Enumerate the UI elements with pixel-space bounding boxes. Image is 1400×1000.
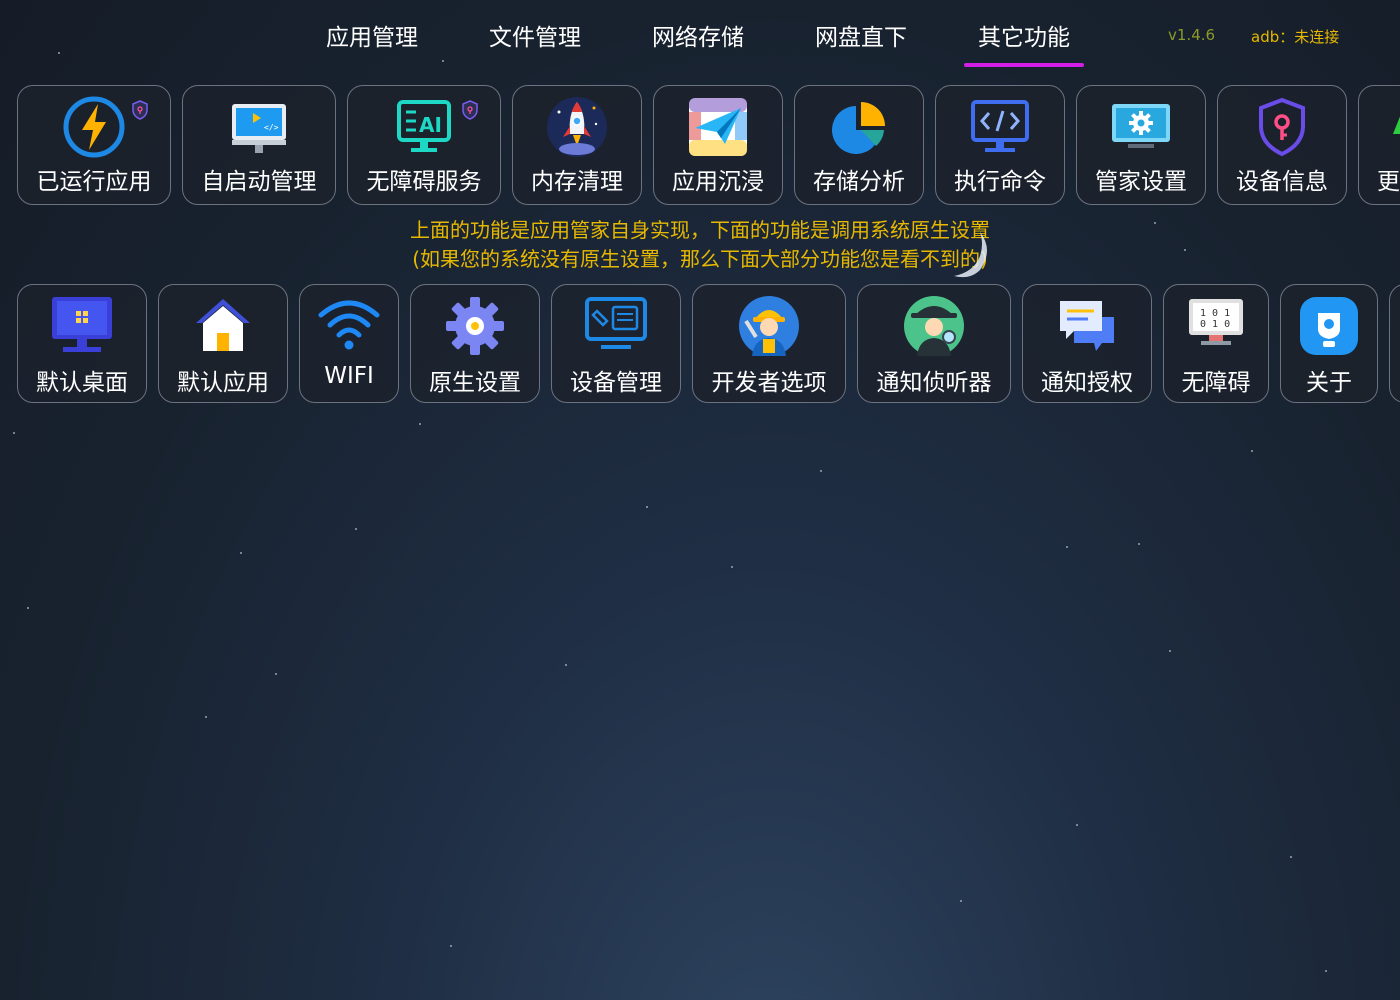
home-icon [196, 299, 250, 351]
card-label: 存储分析 [813, 169, 905, 195]
desktop-icon [52, 297, 112, 352]
card-label: 更 [1377, 169, 1400, 195]
paper-plane-icon [689, 98, 747, 156]
shield-badge-icon [462, 100, 478, 120]
card-accessibility-service[interactable]: AI 无障碍服务 [347, 85, 501, 205]
moon-icon [954, 232, 987, 278]
card-manager-settings[interactable]: 管家设置 [1076, 85, 1206, 205]
card-label: 默认应用 [177, 370, 269, 396]
card-default-apps[interactable]: 默认应用 [158, 284, 288, 403]
developer-icon [739, 296, 799, 356]
shield-key-icon [1259, 97, 1305, 157]
card-label: 通知授权 [1041, 370, 1133, 396]
card-app-immersive[interactable]: 应用沉浸 [653, 85, 783, 205]
card-accessibility[interactable]: 1 0 1 0 1 0 无障碍 [1163, 284, 1269, 403]
card-label: 通知侦听器 [876, 370, 992, 396]
card-autostart-manage[interactable]: </> 自启动管理 [182, 85, 336, 205]
card-running-apps[interactable]: 已运行应用 [17, 85, 171, 205]
card-label: 设备信息 [1236, 169, 1328, 195]
card-device-manage[interactable]: 设备管理 [551, 284, 681, 403]
card-label: 默认桌面 [36, 370, 128, 396]
card-label: 关于 [1306, 370, 1352, 396]
card-default-desktop[interactable]: 默认桌面 [17, 284, 147, 403]
lightning-icon [63, 96, 125, 158]
card-partial-next[interactable] [1389, 284, 1400, 403]
tab-network-storage[interactable]: 网络存储 [650, 18, 746, 64]
pie-chart-icon [832, 102, 885, 154]
ai-monitor-icon: AI [397, 100, 451, 152]
binary-monitor-icon: 1 0 1 0 1 0 [1189, 299, 1243, 345]
code-monitor-icon [971, 100, 1029, 152]
svg-text:AI: AI [419, 113, 442, 137]
card-device-info[interactable]: 设备信息 [1217, 85, 1347, 205]
gear-monitor-icon [1112, 104, 1170, 148]
chat-icon [1060, 301, 1114, 351]
card-wifi[interactable]: WIFI [299, 284, 399, 403]
card-label: 无障碍 [1181, 370, 1251, 396]
card-label: 内存清理 [531, 169, 623, 195]
card-more[interactable]: 更 [1358, 85, 1400, 205]
version-label: v1.4.6 [1168, 26, 1216, 44]
detective-icon [904, 296, 964, 356]
tab-app-manage[interactable]: 应用管理 [324, 18, 420, 64]
card-label: 管家设置 [1095, 169, 1187, 195]
card-memory-clean[interactable]: 内存清理 [512, 85, 642, 205]
card-label: 自启动管理 [201, 169, 317, 195]
shield-badge-icon [132, 100, 148, 120]
svg-text:</>: </> [264, 123, 279, 132]
notice-line-1: 上面的功能是应用管家自身实现，下面的功能是调用系统原生设置 [410, 218, 990, 242]
card-label: 已运行应用 [36, 169, 152, 195]
about-icon [1300, 297, 1358, 355]
tab-cloud-download[interactable]: 网盘直下 [813, 18, 909, 64]
wifi-icon [318, 300, 380, 350]
card-label: 设备管理 [570, 370, 662, 396]
arrow-icon [1393, 116, 1400, 134]
tab-file-manage[interactable]: 文件管理 [487, 18, 583, 64]
gear-icon [446, 297, 504, 355]
notice-line-2: (如果您的系统没有原生设置，那么下面大部分功能您是看不到的) [412, 247, 988, 271]
card-label: 应用沉浸 [672, 169, 764, 195]
monitor-code-icon: </> [232, 104, 286, 153]
device-manage-icon [585, 297, 647, 349]
card-about[interactable]: 关于 [1280, 284, 1378, 403]
card-notification-listener[interactable]: 通知侦听器 [857, 284, 1011, 403]
adb-status: adb：未连接 [1251, 28, 1340, 46]
card-label: 开发者选项 [711, 370, 827, 396]
tab-other-functions[interactable]: 其它功能 [964, 18, 1084, 67]
notice-text: 上面的功能是应用管家自身实现，下面的功能是调用系统原生设置 (如果您的系统没有原… [0, 216, 1400, 274]
card-label: 原生设置 [429, 370, 521, 396]
svg-text:0 1 0: 0 1 0 [1200, 319, 1230, 330]
card-notification-auth[interactable]: 通知授权 [1022, 284, 1152, 403]
card-native-settings[interactable]: 原生设置 [410, 284, 540, 403]
card-label: 执行命令 [954, 169, 1046, 195]
svg-text:1 0 1: 1 0 1 [1200, 308, 1230, 319]
card-developer-options[interactable]: 开发者选项 [692, 284, 846, 403]
card-label: WIFI [324, 363, 374, 389]
card-label: 无障碍服务 [366, 169, 482, 195]
card-execute-command[interactable]: 执行命令 [935, 85, 1065, 205]
rocket-icon [547, 97, 607, 157]
card-storage-analysis[interactable]: 存储分析 [794, 85, 924, 205]
